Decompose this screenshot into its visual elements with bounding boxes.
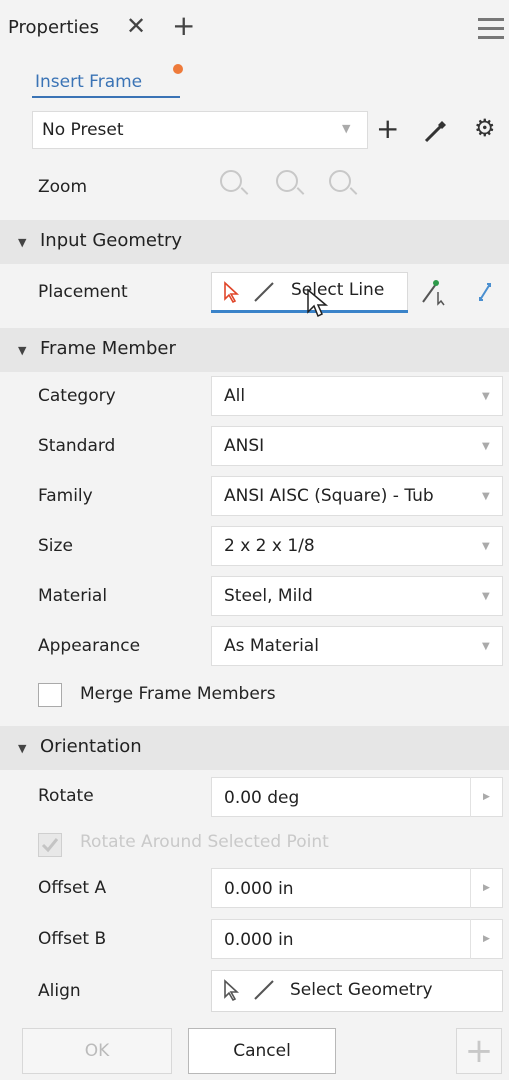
- placement-value: Select Line: [291, 280, 385, 300]
- notification-dot: [173, 64, 183, 74]
- category-value: All: [224, 386, 246, 406]
- offset-a-value: 0.000 in: [224, 879, 294, 899]
- family-label: Family: [38, 486, 93, 506]
- flip-direction-icon[interactable]: [472, 278, 498, 311]
- line-icon: [252, 978, 276, 1007]
- apply-plus-button[interactable]: +: [456, 1028, 502, 1074]
- active-tab-underline: [32, 96, 180, 98]
- section-title: Frame Member: [40, 338, 176, 359]
- select-point-icon[interactable]: [420, 278, 450, 311]
- offset-b-label: Offset B: [38, 929, 107, 949]
- merge-frame-members-label: Merge Frame Members: [80, 684, 276, 704]
- wand-icon[interactable]: [420, 117, 450, 152]
- section-title: Orientation: [40, 736, 142, 757]
- placement-label: Placement: [38, 282, 128, 302]
- insert-frame-tab[interactable]: Insert Frame: [35, 72, 142, 92]
- add-preset-icon[interactable]: +: [376, 112, 399, 145]
- cancel-button[interactable]: Cancel: [188, 1028, 336, 1074]
- close-icon[interactable]: ✕: [126, 12, 146, 40]
- offset-a-label: Offset A: [38, 878, 107, 898]
- rotate-around-point-checkbox: [38, 833, 62, 857]
- category-label: Category: [38, 386, 116, 406]
- select-arrow-icon: [221, 978, 243, 1007]
- material-label: Material: [38, 586, 108, 606]
- rotate-around-point-label: Rotate Around Selected Point: [80, 832, 329, 852]
- hamburger-menu-icon[interactable]: [478, 18, 504, 45]
- chevron-down-icon: ▼: [482, 491, 490, 502]
- add-tab-icon[interactable]: +: [172, 9, 195, 42]
- zoom-in-icon: [276, 170, 298, 192]
- collapse-triangle-icon[interactable]: ▼: [18, 742, 26, 755]
- section-title: Input Geometry: [40, 230, 183, 251]
- family-value: ANSI AISC (Square) - Tub: [224, 486, 434, 506]
- chevron-right-icon: ▶: [483, 792, 490, 802]
- chevron-down-icon: ▼: [482, 541, 490, 552]
- chevron-right-icon: ▶: [483, 934, 490, 944]
- gear-icon[interactable]: ⚙: [474, 114, 496, 142]
- align-value: Select Geometry: [290, 980, 433, 1000]
- zoom-label: Zoom: [38, 177, 88, 197]
- zoom-out-icon: [329, 170, 351, 192]
- material-value: Steel, Mild: [224, 586, 313, 606]
- appearance-value: As Material: [224, 636, 319, 656]
- appearance-label: Appearance: [38, 636, 141, 656]
- rotate-value: 0.00 deg: [224, 788, 300, 808]
- properties-tab-label[interactable]: Properties: [8, 17, 99, 38]
- ok-button[interactable]: OK: [22, 1028, 172, 1074]
- chevron-down-icon: ▼: [482, 391, 490, 402]
- align-label: Align: [38, 981, 81, 1001]
- rotate-label: Rotate: [38, 786, 94, 806]
- mouse-cursor-icon: [306, 288, 330, 323]
- select-arrow-icon: [221, 280, 243, 309]
- category-dropdown[interactable]: [211, 376, 503, 416]
- chevron-down-icon: ▼: [482, 441, 490, 452]
- line-icon: [252, 280, 276, 309]
- standard-label: Standard: [38, 436, 116, 456]
- standard-value: ANSI: [224, 436, 265, 456]
- chevron-down-icon: ▼: [482, 591, 490, 602]
- merge-frame-members-checkbox[interactable]: [38, 683, 62, 707]
- zoom-fit-icon: [220, 170, 242, 192]
- offset-b-value: 0.000 in: [224, 930, 294, 950]
- chevron-right-icon: ▶: [483, 883, 490, 893]
- chevron-down-icon: ▼: [342, 122, 351, 135]
- collapse-triangle-icon[interactable]: ▼: [18, 236, 26, 249]
- size-value: 2 x 2 x 1/8: [224, 536, 315, 556]
- chevron-down-icon: ▼: [482, 641, 490, 652]
- preset-value: No Preset: [42, 120, 124, 140]
- collapse-triangle-icon[interactable]: ▼: [18, 344, 26, 357]
- size-label: Size: [38, 536, 73, 556]
